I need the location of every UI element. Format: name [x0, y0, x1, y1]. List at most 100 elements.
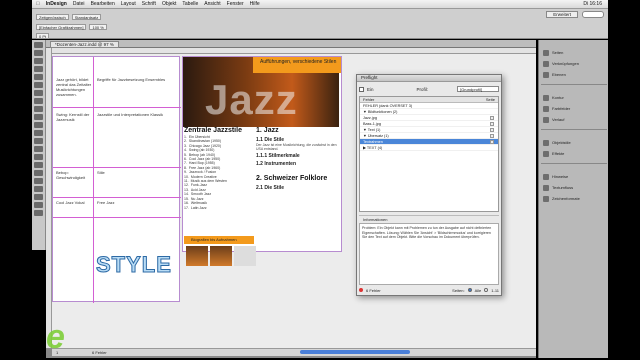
dock-item[interactable]: Effekte — [543, 149, 605, 158]
search-input[interactable] — [582, 11, 604, 18]
pages-all-radio[interactable] — [467, 288, 472, 292]
hand-tool-icon[interactable] — [34, 162, 43, 168]
gradient-tool-icon[interactable] — [34, 138, 43, 144]
page-link-icon[interactable] — [490, 116, 494, 120]
panel-icon — [543, 173, 549, 180]
dock-item-label: Textumfluss — [552, 185, 574, 190]
dock-item-label: Verlauf — [552, 117, 565, 122]
menu-datei[interactable]: Datei — [73, 1, 85, 7]
panel-icon — [543, 49, 549, 56]
object-style-field[interactable]: [Einfacher Grafikrahmen] — [36, 23, 87, 30]
fill-stroke-icon[interactable] — [34, 178, 43, 184]
thumbnail-image[interactable] — [186, 246, 208, 266]
dock-item[interactable]: Verknüpfungen — [543, 59, 605, 68]
jazzstile-column[interactable]: Zentrale Jazzstile 1. Ein Übersicht 2. Skan… — [184, 127, 254, 237]
dock-separator — [541, 129, 607, 130]
menu-schrift[interactable]: Schrift — [142, 1, 156, 7]
thumbnail-image[interactable] — [210, 246, 232, 266]
list-item-label: Latin Jazz — [190, 205, 207, 210]
dock-item-label: Verknüpfungen — [552, 61, 579, 66]
section-title: Stilmerkmale — [268, 153, 300, 160]
scissors-tool-icon[interactable] — [34, 122, 43, 128]
rectangle-tool-icon[interactable] — [34, 114, 43, 120]
menu-layout[interactable]: Layout — [121, 1, 136, 7]
control-row-3: 0 Pt — [36, 31, 508, 40]
menu-objekt[interactable]: Objekt — [162, 1, 176, 7]
preflight-row[interactable]: ▶ TEXT (4) — [360, 145, 498, 151]
dock-item[interactable]: Farbfelder — [543, 104, 605, 113]
note-tool-icon[interactable] — [34, 146, 43, 152]
dock-item-label: Ebenen — [552, 72, 566, 77]
page-link-icon[interactable] — [490, 134, 494, 138]
page-link-icon[interactable] — [490, 140, 494, 144]
panel-icon — [543, 94, 549, 101]
column-page[interactable]: Seite — [486, 97, 495, 102]
eyedropper-tool-icon[interactable] — [34, 154, 43, 160]
dock-item[interactable]: Kontur — [543, 93, 605, 102]
dock-item[interactable]: Verlauf — [543, 115, 605, 124]
dock-item[interactable]: Objektstile — [543, 138, 605, 147]
apply-color-icon[interactable] — [34, 202, 43, 208]
direct-selection-tool-icon[interactable] — [34, 50, 43, 56]
pen-tool-icon[interactable] — [34, 90, 43, 96]
formatting-container-icon[interactable] — [34, 194, 43, 200]
dock-item[interactable]: Zeichenformate — [543, 194, 605, 203]
left-page-cell: Free Jazz — [97, 200, 115, 205]
section-number: 2. — [256, 175, 262, 183]
preflight-error-list[interactable]: Fehler Seite FEHLER (dank OVERSET 3) ▼ Bi… — [359, 96, 499, 212]
jazzstile-heading: Zentrale Jazzstile — [184, 127, 242, 134]
swap-colors-icon[interactable] — [34, 186, 43, 192]
dock-item[interactable]: Ebenen — [543, 70, 605, 79]
character-style-field[interactable]: Standardsatz — [71, 13, 102, 20]
workspace-switcher[interactable]: Erweitert — [546, 11, 578, 18]
menu-app-name[interactable]: InDesign — [46, 1, 67, 7]
type-tool-icon[interactable] — [34, 74, 43, 80]
selection-tool-icon[interactable] — [34, 42, 43, 48]
menu-hilfe[interactable]: Hilfe — [250, 1, 260, 7]
scroll-thumb[interactable] — [300, 350, 410, 354]
pages-range-radio[interactable] — [484, 288, 489, 292]
menu-bearbeiten[interactable]: Bearbeiten — [91, 1, 115, 7]
preflight-footer: 6 Fehler Seiten: Alle 1-11 — [359, 286, 499, 294]
menu-tabelle[interactable]: Tabelle — [182, 1, 198, 7]
document-tab[interactable]: *Dozenten-Jazz.indd @ 97 % — [50, 41, 119, 48]
dock-item[interactable]: Seiten — [543, 48, 605, 57]
orange-caption-box[interactable]: Aufführungen, verschiedene Stilen — [253, 57, 341, 73]
control-panel: Zeitgenössisch Standardsatz [Einfacher G… — [32, 9, 608, 39]
orange-bar[interactable]: Biografien bis Aufnahmen — [184, 236, 254, 244]
menu-fenster[interactable]: Fenster — [227, 1, 244, 7]
zoom-tool-icon[interactable] — [34, 170, 43, 176]
dock-separator — [541, 163, 607, 164]
panel-icon — [543, 116, 549, 123]
preflight-on-checkbox[interactable] — [359, 86, 364, 92]
free-transform-tool-icon[interactable] — [34, 130, 43, 136]
horizontal-scrollbar[interactable]: 1 6 Fehler — [52, 348, 536, 356]
rectangle-frame-tool-icon[interactable] — [34, 106, 43, 112]
page-link-icon[interactable] — [490, 122, 494, 126]
paragraph-style-field[interactable]: Zeitgenössisch — [36, 13, 69, 20]
apple-menu-icon[interactable]:  — [36, 1, 40, 7]
thumbnail-image[interactable] — [234, 246, 256, 266]
pencil-tool-icon[interactable] — [34, 98, 43, 104]
jazz-text-column[interactable]: 1. Jazz 1.1 Die Stile Der Jazz ist eine … — [256, 127, 340, 237]
dock-item-label: Kontur — [552, 95, 564, 100]
gap-tool-icon[interactable] — [34, 66, 43, 72]
preflight-title[interactable]: Preflight — [357, 75, 501, 82]
info-text: Problem: Ein Objekt kann mit Problemen z… — [359, 223, 499, 285]
menu-ansicht[interactable]: Ansicht — [204, 1, 220, 7]
info-section-header[interactable]: Informationen — [359, 215, 499, 222]
stroke-weight-field[interactable]: 0 Pt — [36, 32, 50, 39]
page-link-icon[interactable] — [490, 128, 494, 132]
profile-select[interactable]: [Grundprofil] — [457, 86, 499, 92]
page-tool-icon[interactable] — [34, 58, 43, 64]
line-tool-icon[interactable] — [34, 82, 43, 88]
panel-icon — [543, 184, 549, 191]
column-error[interactable]: Fehler — [363, 97, 374, 102]
jazz-section-heading: 1. Jazz — [256, 127, 340, 135]
dock-item[interactable]: Textumfluss — [543, 183, 605, 192]
zoom-field[interactable]: 100 % — [89, 23, 107, 30]
left-page-cell: Jazzstile und Interpretationen Klassik — [97, 112, 164, 117]
view-mode-icon[interactable] — [34, 210, 43, 216]
dock-item[interactable]: Hinweise — [543, 172, 605, 181]
status-errors[interactable]: 6 Fehler — [92, 350, 107, 355]
